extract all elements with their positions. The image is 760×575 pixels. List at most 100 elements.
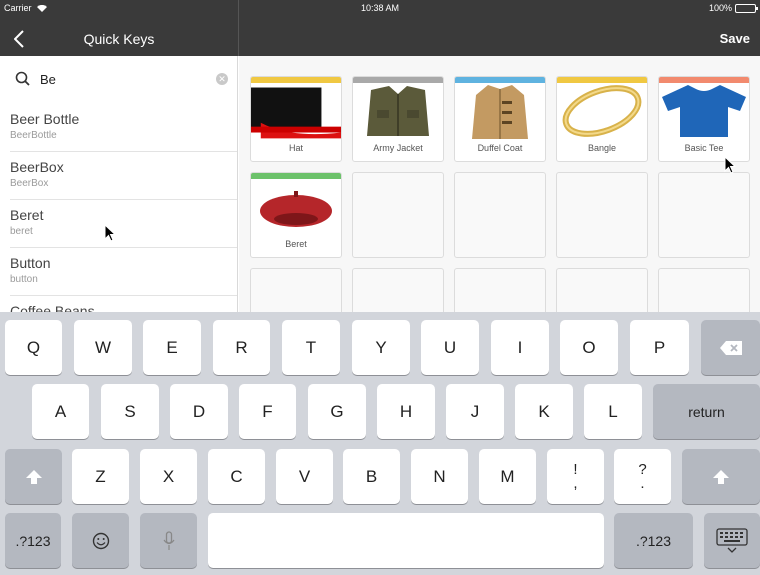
top-hat-icon [251, 83, 341, 139]
key-a[interactable]: A [32, 384, 89, 439]
list-item-title: BeerBox [10, 159, 64, 175]
keyboard-dismiss-icon [716, 527, 748, 553]
clear-search-icon[interactable]: ✕ [216, 73, 228, 85]
search-input[interactable]: Be [40, 72, 56, 87]
list-item[interactable]: Coffee Beans [10, 296, 237, 312]
shift-key-right[interactable] [682, 449, 760, 504]
emoji-icon [92, 532, 109, 549]
list-item[interactable]: Beer Bottle BeerBottle [10, 104, 237, 152]
key-bottom-char: . [640, 474, 645, 492]
list-item-subtitle: button [10, 274, 38, 285]
key-question-period[interactable]: ? . [614, 449, 671, 504]
status-time: 10:38 AM [360, 3, 400, 13]
mouse-cursor-icon [104, 224, 117, 242]
key-j[interactable]: J [446, 384, 504, 439]
key-y[interactable]: Y [352, 320, 410, 375]
key-i[interactable]: I [491, 320, 549, 375]
page-title: Quick Keys [83, 31, 155, 47]
key-h[interactable]: H [377, 384, 435, 439]
list-item-title: Beer Bottle [10, 111, 80, 127]
bangle-icon [557, 83, 647, 139]
key-f[interactable]: F [239, 384, 296, 439]
key-n[interactable]: N [411, 449, 468, 504]
key-t[interactable]: T [282, 320, 340, 375]
beret-icon [251, 179, 341, 235]
key-r[interactable]: R [213, 320, 270, 375]
return-key[interactable]: return [653, 384, 760, 439]
tile-label: Army Jacket [373, 143, 423, 153]
hide-keyboard-key[interactable] [704, 513, 760, 568]
numbers-key-right[interactable]: .?123 [614, 513, 693, 568]
empty-tile[interactable] [250, 268, 342, 312]
search-icon [15, 71, 30, 86]
backspace-key[interactable] [701, 320, 760, 375]
list-item-subtitle: BeerBottle [10, 130, 57, 141]
key-k[interactable]: K [515, 384, 573, 439]
space-key[interactable] [208, 513, 604, 568]
tee-icon [659, 83, 749, 139]
key-q[interactable]: Q [5, 320, 62, 375]
key-x[interactable]: X [140, 449, 197, 504]
list-item-subtitle: beret [10, 226, 33, 237]
list-item[interactable]: Button button [10, 248, 237, 296]
item-list-panel: Be ✕ Beer Bottle BeerBottle BeerBox Beer… [0, 56, 238, 312]
app-window: Carrier 10:38 AM 100% Quick Keys Save Be… [0, 0, 760, 575]
list-item-subtitle: BeerBox [10, 178, 49, 189]
tile-beret[interactable]: Beret [250, 172, 342, 258]
empty-tile[interactable] [352, 172, 444, 258]
key-w[interactable]: W [74, 320, 132, 375]
key-z[interactable]: Z [72, 449, 129, 504]
tile-basic-tee[interactable]: Basic Tee [658, 76, 750, 162]
list-item[interactable]: Beret beret [10, 200, 237, 248]
tile-label: Bangle [587, 143, 617, 153]
key-s[interactable]: S [101, 384, 159, 439]
key-m[interactable]: M [479, 449, 536, 504]
status-battery: 100% [708, 3, 758, 13]
top-bar: Carrier 10:38 AM 100% Quick Keys Save [0, 0, 760, 56]
empty-tile[interactable] [556, 268, 648, 312]
list-item-title: Coffee Beans [10, 303, 95, 312]
numbers-key-left[interactable]: .?123 [5, 513, 61, 568]
key-g[interactable]: G [308, 384, 366, 439]
key-o[interactable]: O [560, 320, 618, 375]
backspace-icon [719, 340, 742, 355]
empty-tile[interactable] [556, 172, 648, 258]
dictation-key[interactable] [140, 513, 197, 568]
key-v[interactable]: V [276, 449, 333, 504]
key-d[interactable]: D [170, 384, 228, 439]
shift-key-left[interactable] [5, 449, 62, 504]
key-e[interactable]: E [143, 320, 201, 375]
empty-tile[interactable] [352, 268, 444, 312]
key-p[interactable]: P [630, 320, 689, 375]
key-bottom-char: , [573, 474, 578, 492]
key-c[interactable]: C [208, 449, 265, 504]
key-l[interactable]: L [584, 384, 642, 439]
list-item[interactable]: BeerBox BeerBox [10, 152, 237, 200]
tile-label: Beret [285, 239, 307, 249]
battery-percent: 100% [708, 3, 732, 13]
tile-label: Duffel Coat [477, 143, 523, 153]
tile-hat[interactable]: Hat [250, 76, 342, 162]
key-b[interactable]: B [343, 449, 400, 504]
tile-bangle[interactable]: Bangle [556, 76, 648, 162]
list-item-title: Button [10, 255, 51, 271]
empty-tile[interactable] [454, 268, 546, 312]
tile-duffel-coat[interactable]: Duffel Coat [454, 76, 546, 162]
emoji-key[interactable] [72, 513, 129, 568]
search-field[interactable]: Be ✕ [10, 64, 228, 94]
key-exclaim-comma[interactable]: ! , [547, 449, 604, 504]
shift-icon [25, 469, 42, 484]
empty-tile[interactable] [658, 172, 750, 258]
save-button[interactable]: Save [720, 31, 750, 46]
quick-keys-grid: Hat Army Jacket Duffel Coat Bangle Basic… [239, 56, 760, 312]
item-list: Beer Bottle BeerBottle BeerBox BeerBox B… [0, 104, 237, 312]
army-jacket-icon [353, 83, 443, 139]
duffel-coat-icon [455, 83, 545, 139]
tile-army-jacket[interactable]: Army Jacket [352, 76, 444, 162]
empty-tile[interactable] [454, 172, 546, 258]
keyboard: Q W E R T Y U I O P A S D F G H J K L re… [0, 312, 760, 575]
tile-label: Hat [288, 143, 303, 153]
empty-tile[interactable] [658, 268, 750, 312]
tile-label: Basic Tee [684, 143, 724, 153]
key-u[interactable]: U [421, 320, 479, 375]
